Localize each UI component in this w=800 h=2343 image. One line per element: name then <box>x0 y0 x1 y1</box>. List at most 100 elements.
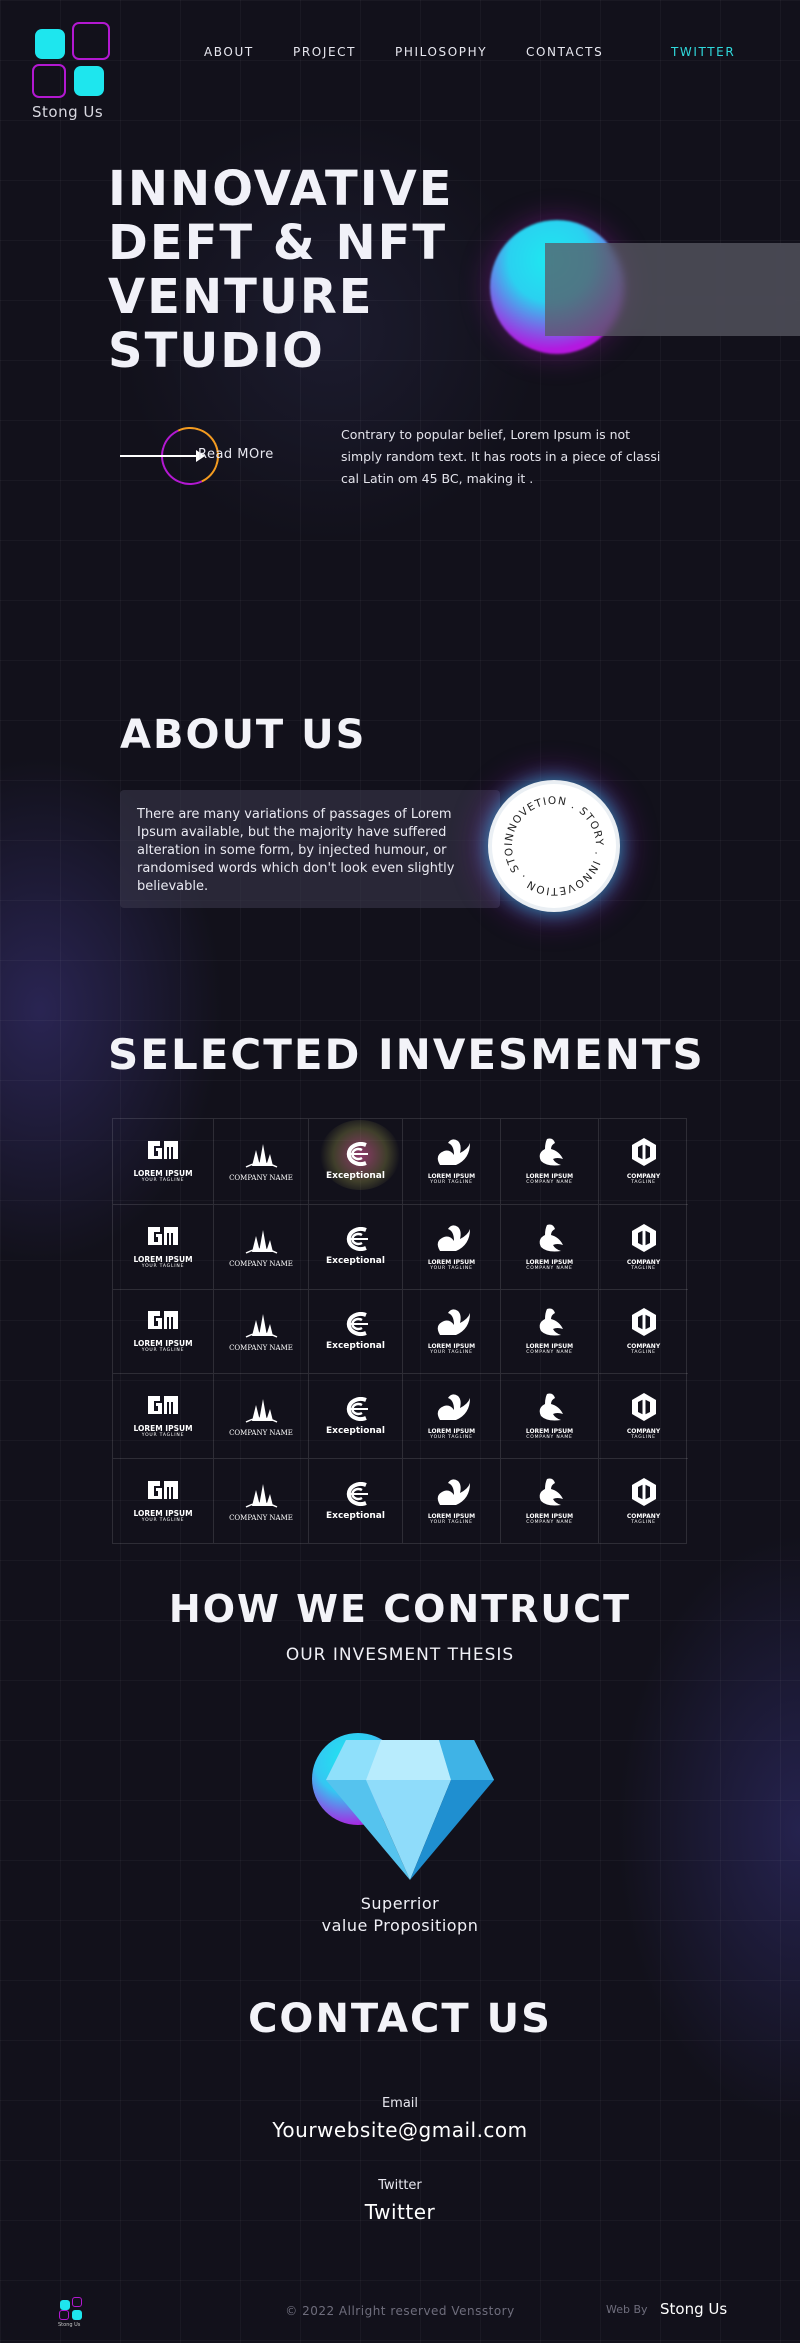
about-text: There are many variations of passages of… <box>137 807 455 894</box>
hero-title: INNOVATIVE DEFT & NFT VENTURE STUDIO <box>108 162 468 378</box>
value-proposition-line: Superrior <box>360 1894 440 1913</box>
investment-logo-exceptional[interactable]: Exceptional <box>308 1119 402 1204</box>
investment-logo-tagline: TAGLINE <box>631 1180 656 1186</box>
bird-logo-icon <box>533 1223 567 1257</box>
nav-philosophy[interactable]: PHILOSOPHY <box>395 45 487 59</box>
investment-logo-name: COMPANY NAME <box>229 1344 293 1353</box>
investment-logo-tagline: TAGLINE <box>631 1350 656 1356</box>
nav-twitter[interactable]: TWITTER <box>671 45 735 59</box>
investment-logo-name: Exceptional <box>326 1340 385 1351</box>
twitter-label: Twitter <box>378 2178 422 2193</box>
investments-title: SELECTED INVESMENTS <box>108 1030 705 1079</box>
read-more-link[interactable]: Read MOre <box>198 447 274 462</box>
diamond-icon <box>326 1740 494 1880</box>
investment-logo-cube[interactable]: COMPANY TAGLINE <box>598 1289 688 1374</box>
investment-logo-exceptional[interactable]: Exceptional <box>308 1459 402 1543</box>
email-link[interactable]: Yourwebsite@gmail.com <box>0 2118 800 2142</box>
investment-logo-tagline: YOUR TAGLINE <box>430 1520 473 1526</box>
investment-logo-tagline: YOUR TAGLINE <box>430 1180 473 1186</box>
investments-row: LOREM IPSUM YOUR TAGLINE COMPANY NAME Excep… <box>113 1458 688 1543</box>
gm-logo-icon <box>146 1394 180 1422</box>
building-logo-icon <box>242 1310 280 1342</box>
swan-logo-icon <box>432 1307 472 1341</box>
brand-logo[interactable] <box>32 22 112 102</box>
investment-logo-gm[interactable]: LOREM IPSUM YOUR TAGLINE <box>113 1290 213 1374</box>
web-by-brand-link[interactable]: Stong Us <box>660 2300 727 2318</box>
investment-logo-cube[interactable]: COMPANY TAGLINE <box>598 1459 688 1543</box>
investment-logo-tagline: YOUR TAGLINE <box>141 1348 185 1354</box>
swan-logo-icon <box>432 1477 472 1511</box>
investment-logo-bird[interactable]: LOREM IPSUM COMPANY NAME <box>500 1459 598 1543</box>
investment-logo-bird[interactable]: LOREM IPSUM COMPANY NAME <box>500 1374 598 1459</box>
investment-logo-name: COMPANY NAME <box>229 1259 293 1268</box>
investment-logo-tagline: COMPANY NAME <box>526 1435 573 1441</box>
logo-square-cyan <box>35 29 65 59</box>
circular-text-icon: INNOVETION . STORY . INNOVETION . STORY … <box>492 784 604 897</box>
investments-row: LOREM IPSUM YOUR TAGLINE COMPANY NAME Excep… <box>113 1288 688 1374</box>
investment-logo-building[interactable]: COMPANY NAME <box>213 1204 308 1289</box>
investments-row: LOREM IPSUM YOUR TAGLINE COMPANY NAME Excep… <box>113 1373 688 1459</box>
investment-logo-swan[interactable]: LOREM IPSUM YOUR TAGLINE <box>402 1119 500 1204</box>
investment-logo-exceptional[interactable]: Exceptional <box>308 1374 402 1459</box>
investment-logo-name: COMPANY NAME <box>229 1514 293 1523</box>
investments-row: LOREM IPSUM YOUR TAGLINE COMPANY NAME Excep… <box>113 1203 688 1289</box>
investment-logo-bird[interactable]: LOREM IPSUM COMPANY NAME <box>500 1289 598 1374</box>
investment-logo-building[interactable]: COMPANY NAME <box>213 1119 308 1204</box>
building-logo-icon <box>242 1140 280 1172</box>
bird-logo-icon <box>533 1477 567 1511</box>
investment-logo-tagline: YOUR TAGLINE <box>141 1518 185 1524</box>
investment-logo-bird[interactable]: LOREM IPSUM COMPANY NAME <box>500 1204 598 1289</box>
investment-logo-tagline: YOUR TAGLINE <box>430 1265 473 1271</box>
swan-logo-icon <box>432 1223 472 1257</box>
gm-logo-icon <box>146 1225 180 1253</box>
nav-about[interactable]: ABOUT <box>204 45 254 59</box>
badge-circular-text: INNOVETION . STORY . INNOVETION . STORY … <box>492 784 604 897</box>
investment-logo-tagline: YOUR TAGLINE <box>430 1435 473 1441</box>
nav-contacts[interactable]: CONTACTS <box>526 45 603 59</box>
investment-logo-building[interactable]: COMPANY NAME <box>213 1289 308 1374</box>
value-proposition-line: value Propositiopn <box>321 1916 479 1935</box>
investment-logo-cube[interactable]: COMPANY TAGLINE <box>598 1374 688 1459</box>
investment-logo-exceptional[interactable]: Exceptional <box>308 1289 402 1374</box>
bird-logo-icon <box>533 1307 567 1341</box>
investment-logo-gm[interactable]: LOREM IPSUM YOUR TAGLINE <box>113 1459 213 1543</box>
investment-logo-swan[interactable]: LOREM IPSUM YOUR TAGLINE <box>402 1374 500 1459</box>
investment-logo-building[interactable]: COMPANY NAME <box>213 1459 308 1543</box>
investment-logo-bird[interactable]: LOREM IPSUM COMPANY NAME <box>500 1119 598 1204</box>
investment-logo-tagline: YOUR TAGLINE <box>141 1433 185 1439</box>
investment-logo-building[interactable]: COMPANY NAME <box>213 1374 308 1459</box>
web-by-label: Web By <box>606 2303 648 2316</box>
investment-logo-tagline: COMPANY NAME <box>526 1265 573 1271</box>
exceptional-logo-icon <box>336 1141 376 1170</box>
hero-description: Contrary to popular belief, Lorem Ipsum … <box>341 427 661 486</box>
investment-logo-gm[interactable]: LOREM IPSUM YOUR TAGLINE <box>113 1374 213 1458</box>
investment-logo-swan[interactable]: LOREM IPSUM YOUR TAGLINE <box>402 1459 500 1543</box>
investments-row: LOREM IPSUM YOUR TAGLINE COMPANY NAME Excep… <box>113 1119 688 1204</box>
investment-logo-name: LOREM IPSUM <box>525 1258 574 1266</box>
investment-logo-swan[interactable]: LOREM IPSUM YOUR TAGLINE <box>402 1204 500 1289</box>
cube-logo-icon <box>630 1307 658 1341</box>
cube-logo-icon <box>630 1477 658 1511</box>
nav-project[interactable]: PROJECT <box>293 45 356 59</box>
arrow-right-icon <box>120 455 202 457</box>
logo-square-outline <box>32 64 66 98</box>
cube-logo-icon <box>630 1137 658 1171</box>
investment-logo-gm[interactable]: LOREM IPSUM YOUR TAGLINE <box>113 1119 213 1204</box>
investment-logo-exceptional[interactable]: Exceptional <box>308 1204 402 1289</box>
cube-logo-icon <box>630 1392 658 1426</box>
investment-logo-cube[interactable]: COMPANY TAGLINE <box>598 1204 688 1289</box>
hero-title-line: STUDIO <box>108 323 325 379</box>
value-proposition: Superrior value Propositiopn <box>0 1893 800 1937</box>
investment-logo-gm[interactable]: LOREM IPSUM YOUR TAGLINE <box>113 1205 213 1289</box>
contact-title: CONTACT US <box>248 1996 552 2042</box>
construct-title: HOW WE CONTRUCT <box>168 1587 632 1631</box>
twitter-link[interactable]: Twitter <box>0 2200 800 2224</box>
investment-logo-tagline: TAGLINE <box>631 1265 656 1271</box>
cube-logo-icon <box>630 1223 658 1257</box>
investment-logo-cube[interactable]: COMPANY TAGLINE <box>598 1119 688 1204</box>
investment-logo-name: COMPANY NAME <box>229 1429 293 1438</box>
investment-logo-swan[interactable]: LOREM IPSUM YOUR TAGLINE <box>402 1289 500 1374</box>
investment-logo-tagline: COMPANY NAME <box>526 1180 573 1186</box>
hero-title-line: DEFT & NFT <box>108 215 448 271</box>
gm-logo-icon <box>146 1309 180 1337</box>
